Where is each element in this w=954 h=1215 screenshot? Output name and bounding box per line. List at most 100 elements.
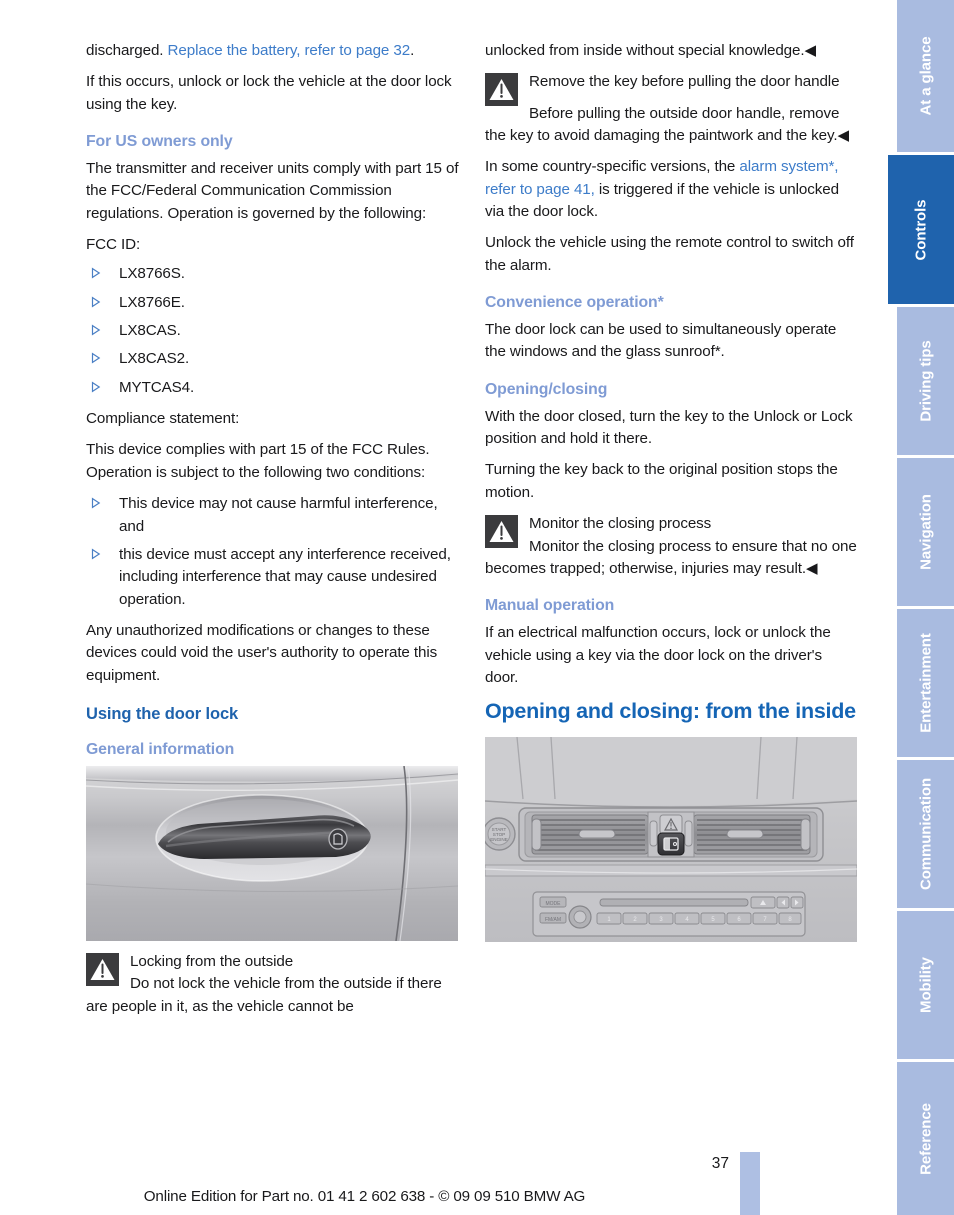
heading-for-us-owners-only: For US owners only: [86, 133, 233, 151]
svg-text:FM/AM: FM/AM: [545, 917, 561, 923]
heading-general-information: General information: [86, 740, 235, 758]
text-run: unlocked from inside without special kno…: [485, 42, 805, 59]
tab-label: Navigation: [917, 494, 934, 570]
list-item-label: LX8766S.: [119, 265, 185, 283]
heading-opening-closing: Opening/closing: [485, 380, 608, 398]
tab-label: Controls: [912, 199, 930, 260]
warning-text: Monitor the closing process Monitor the c…: [485, 513, 858, 580]
paragraph-discharged: discharged. Replace the battery, refer t…: [86, 40, 459, 62]
heading-convenience-operation: Convenience operation*: [485, 294, 664, 312]
figure-dashboard: START STOP ENGINE MODE FM/AM 1 2 3 4 5 6…: [485, 736, 857, 942]
list-item-label: This device may not cause harmful interf…: [119, 495, 438, 535]
paragraph-if-this-occurs: If this occurs, unlock or lock the vehic…: [86, 73, 452, 113]
tab-label: Driving tips: [917, 340, 934, 422]
bullet-triangle-icon: [91, 352, 101, 364]
footer-accent-bar: [740, 1152, 760, 1215]
end-of-section-marker: ◀: [837, 127, 850, 145]
tab-navigation[interactable]: Navigation: [897, 458, 954, 606]
door-handle-illustration: [86, 765, 458, 941]
list-item: LX8766E.: [86, 292, 459, 314]
paragraph-before-pulling: Before pulling the outside door handle, …: [485, 103, 858, 148]
list-item-label: this device must accept any interference…: [119, 545, 451, 608]
bullet-triangle-icon: [91, 324, 101, 336]
tab-reference[interactable]: Reference: [897, 1062, 954, 1215]
warning-title: Locking from the outside: [130, 952, 294, 970]
list-item-label: LX8CAS2.: [119, 350, 190, 368]
tab-mobility[interactable]: Mobility: [897, 911, 954, 1059]
tab-entertainment[interactable]: Entertainment: [897, 609, 954, 757]
warning-triangle-glyph: [489, 79, 514, 101]
paragraph-unlock-remote: Unlock the vehicle using the remote cont…: [485, 234, 854, 274]
warning-title: Monitor the closing process: [529, 515, 712, 533]
svg-text:ENGINE: ENGINE: [490, 837, 508, 842]
warning-triangle-glyph: [489, 521, 514, 543]
text-run: discharged.: [86, 42, 168, 59]
left-text-column: discharged. Replace the battery, refer t…: [86, 40, 459, 1027]
end-of-section-marker: ◀: [804, 42, 817, 59]
warning-triangle-glyph: [90, 958, 115, 980]
dashboard-illustration: START STOP ENGINE MODE FM/AM 1 2 3 4 5 6…: [485, 736, 857, 942]
list-item: LX8CAS2.: [86, 348, 459, 370]
page-number: 37: [711, 1155, 729, 1172]
warning-monitor-closing: Monitor the closing process Monitor the c…: [485, 513, 858, 580]
paragraph-device-complies: This device complies with part 15 of the…: [86, 441, 430, 481]
page-title-opening-closing-inside: Opening and closing: from the inside: [485, 699, 856, 724]
list-item: MYTCAS4.: [86, 377, 459, 399]
list-item: This device may not cause harmful interf…: [86, 493, 459, 538]
svg-text:MODE: MODE: [546, 901, 562, 907]
warning-body: Do not lock the vehicle from the outside…: [86, 975, 442, 1015]
end-of-section-marker: ◀: [806, 559, 818, 577]
cross-reference-link-battery[interactable]: Replace the battery, refer to page 32: [168, 42, 411, 59]
paragraph-unlocked-continuation: unlocked from inside without special kno…: [485, 40, 858, 62]
bullet-triangle-icon: [91, 381, 101, 393]
tab-communication[interactable]: Communication: [897, 760, 954, 908]
paragraph-alarm-system: In some country-specific versions, the a…: [485, 156, 858, 223]
list-item-label: LX8CAS.: [119, 322, 181, 340]
bullet-triangle-icon: [91, 296, 101, 308]
tab-label: Communication: [917, 777, 934, 891]
text-run: Before pulling the outside door handle, …: [485, 104, 840, 145]
tab-label: Mobility: [917, 957, 934, 1013]
list-item: this device must accept any interference…: [86, 544, 459, 611]
label-compliance-statement: Compliance statement:: [86, 410, 240, 428]
paragraph-transmitter: The transmitter and receiver units compl…: [86, 160, 459, 222]
list-item: LX8766S.: [86, 263, 459, 285]
tab-label: Reference: [917, 1102, 934, 1175]
list-fcc-conditions: This device may not cause harmful interf…: [86, 493, 459, 611]
heading-using-the-door-lock: Using the door lock: [86, 704, 239, 723]
bullet-triangle-icon: [91, 497, 101, 509]
tab-driving-tips[interactable]: Driving tips: [897, 307, 954, 455]
warning-title: Remove the key before pulling the door h…: [529, 73, 840, 91]
bullet-triangle-icon: [91, 267, 101, 279]
label-fcc-id: FCC ID:: [86, 236, 141, 254]
warning-remove-key: Remove the key before pulling the door h…: [485, 71, 858, 107]
list-item-label: LX8766E.: [119, 293, 185, 311]
paragraph-unauthorized-modifications: Any unauthorized modifications or change…: [86, 621, 438, 684]
warning-triangle-icon: [485, 73, 518, 107]
warning-body: Monitor the closing process to ensure th…: [485, 537, 857, 577]
paragraph-with-door-closed: With the door closed, turn the key to th…: [485, 407, 853, 448]
paragraph-manual-operation: If an electrical malfunction occurs, loc…: [485, 624, 831, 686]
footer-edition-note: Online Edition for Part no. 01 41 2 602 …: [143, 1188, 586, 1205]
warning-locking-from-outside: Locking from the outside Do not lock the …: [86, 951, 459, 1018]
list-item-label: MYTCAS4.: [119, 378, 195, 396]
tab-at-a-glance[interactable]: At a glance: [897, 0, 954, 152]
warning-triangle-icon: [485, 515, 518, 549]
paragraph-turning-back: Turning the key back to the original pos…: [485, 461, 838, 501]
manual-page: discharged. Replace the battery, refer t…: [0, 0, 954, 1215]
bullet-triangle-icon: [91, 548, 101, 560]
right-text-column: unlocked from inside without special kno…: [485, 40, 858, 952]
list-item: LX8CAS.: [86, 320, 459, 342]
tab-controls[interactable]: Controls: [888, 155, 954, 304]
tab-label: At a glance: [917, 36, 934, 116]
heading-manual-operation: Manual operation: [485, 597, 615, 615]
text-run: .: [410, 42, 415, 59]
warning-text: Locking from the outside Do not lock the …: [86, 951, 459, 1018]
paragraph-convenience: The door lock can be used to simultaneou…: [485, 321, 837, 361]
tab-label: Entertainment: [917, 633, 934, 733]
text-run: In some country-specific versions, the: [485, 158, 740, 176]
warning-triangle-icon: [86, 952, 119, 986]
chapter-tab-rail: At a glance Controls Driving tips Naviga…: [888, 0, 954, 1215]
figure-door-handle: [86, 765, 458, 941]
list-fcc-ids: LX8766S. LX8766E. LX8CAS. LX8CAS2. MYTCA…: [86, 263, 459, 399]
